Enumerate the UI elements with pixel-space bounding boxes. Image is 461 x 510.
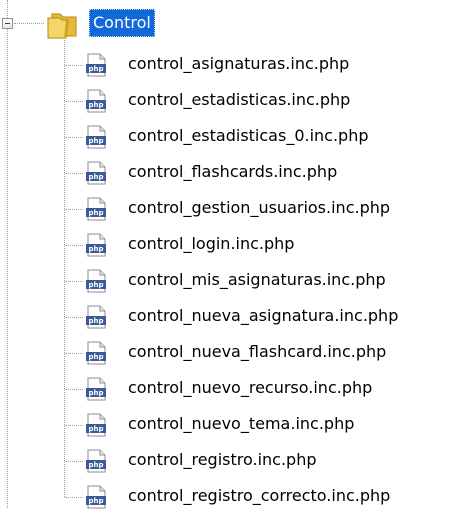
- svg-text:php: php: [88, 245, 103, 253]
- tree-item-label: control_registro.inc.php: [128, 450, 317, 469]
- svg-text:php: php: [88, 497, 103, 505]
- tree-item-label: control_nuevo_recurso.inc.php: [128, 378, 373, 397]
- tree-connector-item: [65, 281, 83, 282]
- tree-connector-item: [65, 461, 83, 462]
- svg-text:php: php: [88, 389, 103, 397]
- tree-connector-item: [65, 209, 83, 210]
- tree-item-label: control_login.inc.php: [128, 234, 295, 253]
- tree-item-label: control_nuevo_tema.inc.php: [128, 414, 355, 433]
- php-file-icon: php: [86, 305, 106, 329]
- tree-connector-item: [65, 497, 83, 498]
- svg-text:php: php: [88, 101, 103, 109]
- tree-connector-root: [14, 23, 44, 24]
- tree-item-label: control_estadisticas_0.inc.php: [128, 126, 369, 145]
- php-file-icon: php: [86, 233, 106, 257]
- php-file-icon: php: [86, 449, 106, 473]
- tree-item-label: control_registro_correcto.inc.php: [128, 486, 391, 505]
- tree-item-label: control_mis_asignaturas.inc.php: [128, 270, 386, 289]
- tree-connector-parent: [7, 0, 8, 18]
- php-file-icon: php: [86, 125, 106, 149]
- tree-connector-item: [65, 137, 83, 138]
- svg-text:php: php: [88, 281, 103, 289]
- file-tree: Control php control_asignaturas.inc.phpph…: [0, 0, 461, 509]
- tree-item-label: control_gestion_usuarios.inc.php: [128, 198, 391, 217]
- tree-connector-item: [65, 65, 83, 66]
- tree-connector-item: [65, 389, 83, 390]
- tree-connector-children: [64, 40, 65, 497]
- tree-root-control-folder[interactable]: Control: [89, 9, 155, 37]
- svg-text:php: php: [88, 173, 103, 181]
- tree-connector-parent: [7, 29, 8, 508]
- php-file-icon: php: [86, 413, 106, 437]
- tree-item-label: control_flashcards.inc.php: [128, 162, 338, 181]
- tree-item-label: control_asignaturas.inc.php: [128, 54, 350, 73]
- tree-connector-item: [65, 173, 83, 174]
- tree-connector-item: [65, 317, 83, 318]
- folder-icon: [47, 13, 77, 39]
- svg-text:php: php: [88, 137, 103, 145]
- svg-text:php: php: [88, 353, 103, 361]
- php-file-icon: php: [86, 89, 106, 113]
- tree-connector-item: [65, 425, 83, 426]
- php-file-icon: php: [86, 377, 106, 401]
- php-file-icon: php: [86, 485, 106, 509]
- svg-text:php: php: [88, 317, 103, 325]
- tree-connector-item: [65, 101, 83, 102]
- svg-text:php: php: [88, 209, 103, 217]
- php-file-icon: php: [86, 269, 106, 293]
- svg-text:php: php: [88, 461, 103, 469]
- collapse-toggle-icon[interactable]: [2, 18, 13, 29]
- php-file-icon: php: [86, 341, 106, 365]
- php-file-icon: php: [86, 161, 106, 185]
- php-file-icon: php: [86, 53, 106, 77]
- svg-text:php: php: [88, 65, 103, 73]
- tree-connector-item: [65, 245, 83, 246]
- tree-item-label: control_estadisticas.inc.php: [128, 90, 351, 109]
- php-file-icon: php: [86, 197, 106, 221]
- tree-item-label: control_nueva_flashcard.inc.php: [128, 342, 387, 361]
- svg-text:php: php: [88, 425, 103, 433]
- tree-connector-item: [65, 353, 83, 354]
- tree-item-label: control_nueva_asignatura.inc.php: [128, 306, 399, 325]
